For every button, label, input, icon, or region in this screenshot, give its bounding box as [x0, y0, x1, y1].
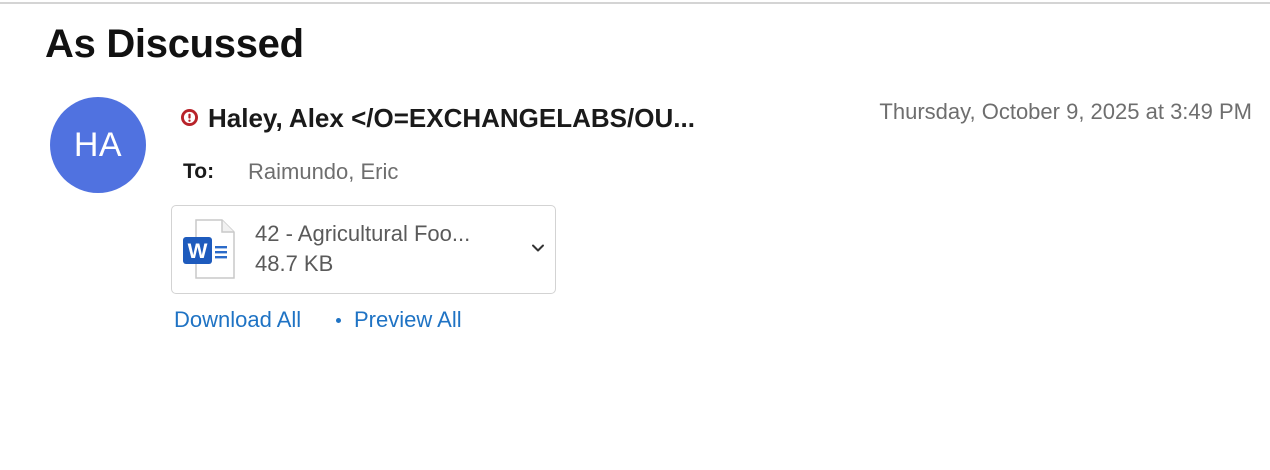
attachment-card[interactable]: W 42 - Agricultural Foo... 48.7 KB	[171, 205, 556, 294]
sender-avatar[interactable]: HA	[50, 97, 146, 193]
high-priority-icon	[181, 109, 198, 126]
to-label: To:	[183, 160, 215, 183]
avatar-initials: HA	[73, 125, 123, 164]
attachment-size: 48.7 KB	[255, 251, 334, 276]
svg-text:W: W	[188, 240, 208, 263]
chevron-down-icon[interactable]	[531, 243, 545, 253]
preview-all-link[interactable]: Preview All	[354, 305, 462, 335]
sent-timestamp: Thursday, October 9, 2025 at 3:49 PM	[879, 99, 1252, 124]
link-separator-dot	[336, 318, 341, 323]
top-divider	[0, 2, 1270, 4]
word-document-icon: W	[183, 219, 235, 279]
download-all-link[interactable]: Download All	[174, 305, 301, 335]
recipient-name[interactable]: Raimundo, Eric	[248, 157, 398, 187]
email-subject: As Discussed	[45, 22, 304, 66]
sender-name[interactable]: Haley, Alex </O=EXCHANGELABS/OU...	[208, 101, 695, 135]
attachment-name: 42 - Agricultural Foo...	[255, 221, 471, 246]
